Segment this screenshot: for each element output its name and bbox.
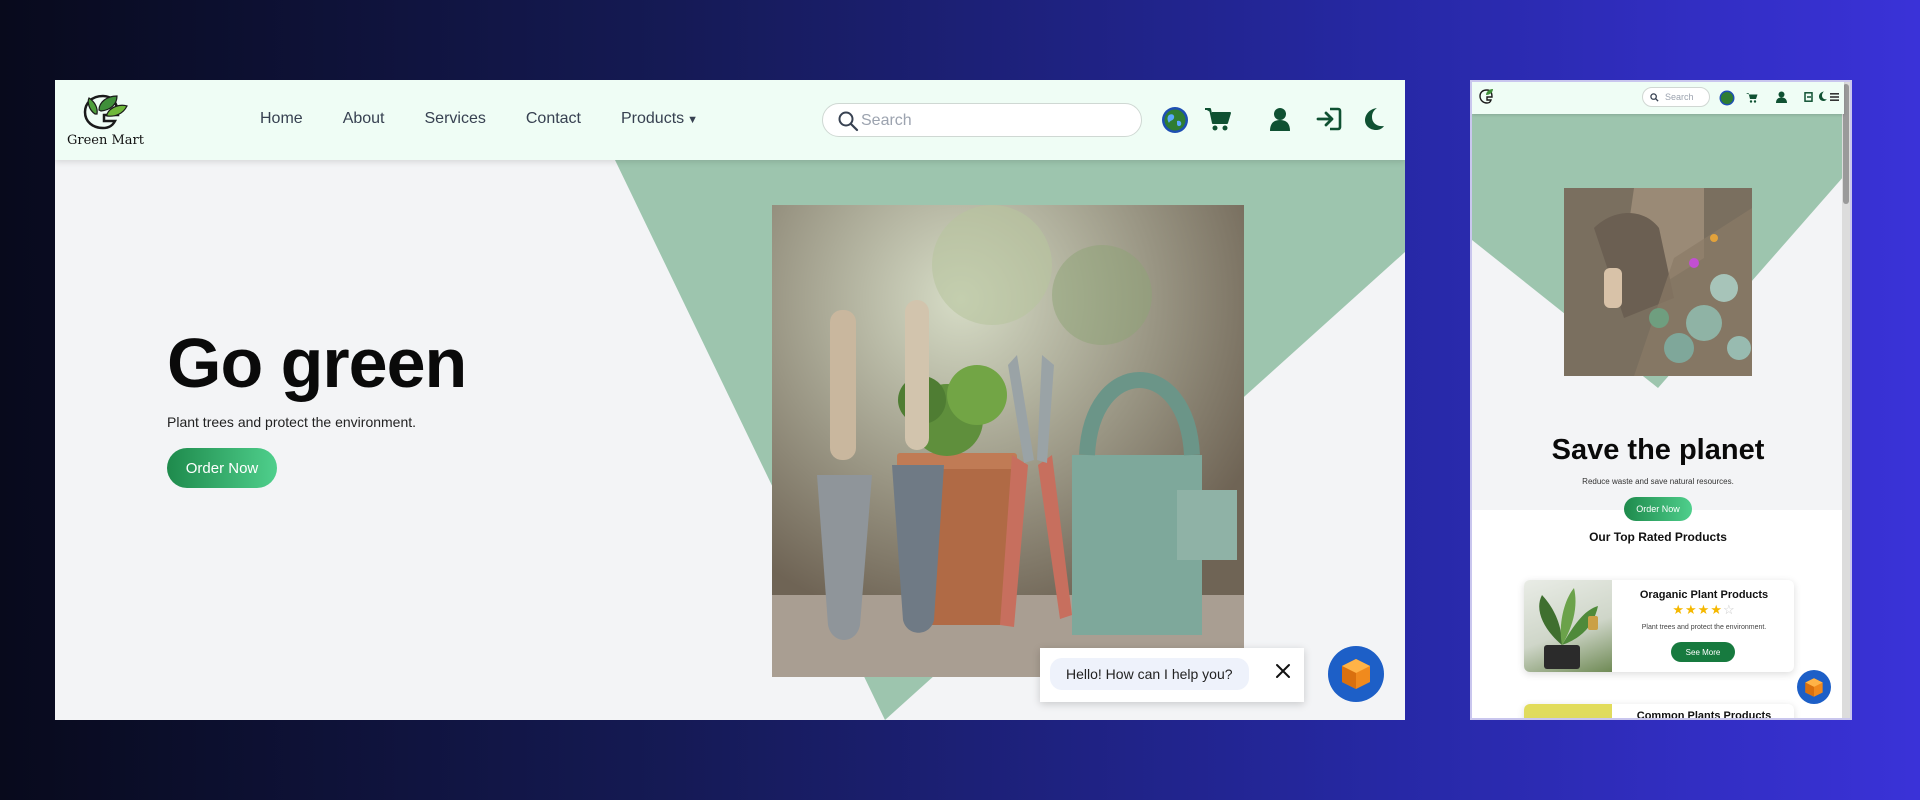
mobile-search-icon <box>1650 93 1659 102</box>
product-title: Oraganic Plant Products <box>1639 589 1769 601</box>
succulent-garden-illustration <box>1564 188 1752 376</box>
menu-icon[interactable] <box>1830 93 1839 101</box>
product-description: Plant trees and protect the environment. <box>1641 624 1767 631</box>
navbar: Green Mart Home About Services Contact P… <box>55 80 1405 160</box>
star-icon: ★ <box>1697 602 1711 617</box>
star-icon: ★ <box>1685 602 1698 617</box>
star-icon: ★ <box>1710 602 1723 617</box>
mobile-scrollbar[interactable] <box>1842 82 1850 718</box>
product-rating: ★★★★☆ <box>1620 602 1788 618</box>
nav-link-contact[interactable]: Contact <box>526 110 581 128</box>
products-label: Products <box>621 110 685 127</box>
leaf-logo-icon <box>83 94 128 130</box>
mobile-hero-title: Save the planet <box>1551 434 1765 466</box>
login-icon[interactable] <box>1316 107 1342 131</box>
nav-links: Home About Services Contact Products ▼ <box>260 110 778 128</box>
product-thumbnail-plant <box>1524 580 1612 672</box>
brand-logo[interactable]: Green Mart <box>67 90 144 148</box>
hero-image-garden-tools <box>772 205 1244 677</box>
mobile-search-placeholder: Search <box>1665 92 1694 102</box>
mobile-navbar: Search <box>1472 82 1844 114</box>
mobile-login-icon[interactable] <box>1804 92 1813 102</box>
see-more-button[interactable]: See More <box>1671 642 1735 662</box>
hero-subtitle: Plant trees and protect the environment. <box>167 414 417 430</box>
product-card: Oraganic Plant Products ★★★★☆ Plant tree… <box>1524 580 1794 672</box>
mobile-view: Save the planet Reduce waste and save na… <box>1470 80 1852 720</box>
mobile-logo-icon[interactable] <box>1478 87 1496 107</box>
globe-icon[interactable] <box>1161 106 1189 134</box>
nav-products-dropdown[interactable]: Products ▼ <box>621 110 738 128</box>
garden-tools-illustration <box>772 205 1244 677</box>
mobile-cart-icon[interactable] <box>1746 92 1758 103</box>
chat-message: Hello! How can I help you? <box>1050 658 1249 690</box>
mobile-order-now-button[interactable]: Order Now <box>1624 497 1692 521</box>
product-card: Common Plants Products <box>1524 704 1794 720</box>
product-title: Common Plants Products <box>1636 710 1772 720</box>
user-icon[interactable] <box>1269 107 1291 131</box>
brand-name: Green Mart <box>67 133 144 148</box>
mobile-search-box[interactable]: Search <box>1642 87 1710 107</box>
mobile-hero-subtitle: Reduce waste and save natural resources. <box>1582 477 1734 486</box>
desktop-view: Green Mart Home About Services Contact P… <box>55 80 1405 720</box>
mobile-hero: Save the planet Reduce waste and save na… <box>1472 114 1844 521</box>
star-icon: ★ <box>1672 602 1686 617</box>
hero-title: Go green <box>167 324 467 402</box>
moon-icon[interactable] <box>1360 106 1386 132</box>
close-icon[interactable] <box>1274 662 1292 680</box>
chat-bot-button[interactable] <box>1328 646 1384 702</box>
cart-icon[interactable] <box>1204 107 1232 133</box>
mobile-chat-bot-icon <box>1805 677 1823 697</box>
caret-down-icon: ▼ <box>687 114 699 126</box>
mobile-hero-image-succulents <box>1564 188 1752 376</box>
search-input[interactable] <box>861 110 1111 132</box>
star-empty-icon: ☆ <box>1722 602 1736 617</box>
search-icon <box>838 111 859 132</box>
mobile-user-icon[interactable] <box>1776 91 1787 103</box>
product-thumbnail-common-plants <box>1524 704 1612 718</box>
mobile-chat-bot-button[interactable] <box>1797 670 1831 704</box>
mobile-moon-icon[interactable] <box>1817 91 1827 102</box>
order-now-button[interactable]: Order Now <box>167 448 277 488</box>
nav-link-about[interactable]: About <box>343 110 385 128</box>
chat-popup: Hello! How can I help you? <box>1040 648 1304 702</box>
nav-link-home[interactable]: Home <box>260 110 303 128</box>
chat-bot-icon <box>1342 659 1370 689</box>
nav-link-services[interactable]: Services <box>425 110 486 128</box>
search-box <box>822 103 1142 137</box>
mobile-globe-icon[interactable] <box>1719 90 1735 106</box>
top-rated-heading: Our Top Rated Products <box>1589 530 1727 544</box>
